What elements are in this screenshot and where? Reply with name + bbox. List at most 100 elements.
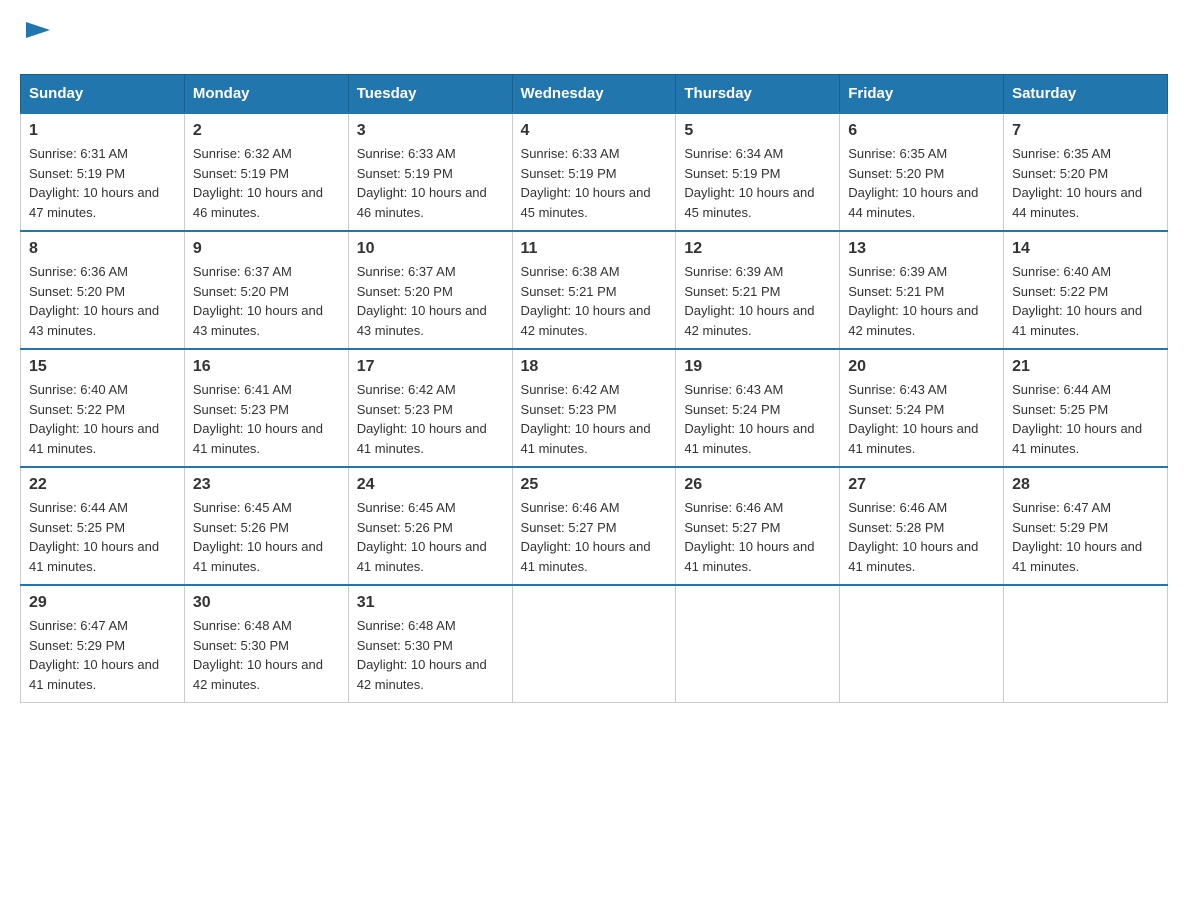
day-number: 26 (684, 476, 831, 494)
calendar-cell: 7 Sunrise: 6:35 AM Sunset: 5:20 PM Dayli… (1004, 113, 1168, 231)
day-info: Sunrise: 6:44 AM Sunset: 5:25 PM Dayligh… (29, 498, 176, 576)
day-number: 11 (521, 240, 668, 258)
calendar-cell: 14 Sunrise: 6:40 AM Sunset: 5:22 PM Dayl… (1004, 231, 1168, 349)
calendar-cell: 17 Sunrise: 6:42 AM Sunset: 5:23 PM Dayl… (348, 349, 512, 467)
day-number: 30 (193, 594, 340, 612)
day-info: Sunrise: 6:47 AM Sunset: 5:29 PM Dayligh… (1012, 498, 1159, 576)
day-number: 22 (29, 476, 176, 494)
calendar-cell (512, 585, 676, 703)
logo-text (20, 20, 54, 58)
header-thursday: Thursday (676, 75, 840, 114)
day-info: Sunrise: 6:46 AM Sunset: 5:28 PM Dayligh… (848, 498, 995, 576)
day-info: Sunrise: 6:45 AM Sunset: 5:26 PM Dayligh… (193, 498, 340, 576)
calendar-cell: 18 Sunrise: 6:42 AM Sunset: 5:23 PM Dayl… (512, 349, 676, 467)
calendar-cell: 12 Sunrise: 6:39 AM Sunset: 5:21 PM Dayl… (676, 231, 840, 349)
day-number: 31 (357, 594, 504, 612)
calendar-cell: 6 Sunrise: 6:35 AM Sunset: 5:20 PM Dayli… (840, 113, 1004, 231)
day-number: 15 (29, 358, 176, 376)
day-number: 12 (684, 240, 831, 258)
calendar-week-row: 15 Sunrise: 6:40 AM Sunset: 5:22 PM Dayl… (21, 349, 1168, 467)
calendar-table: SundayMondayTuesdayWednesdayThursdayFrid… (20, 74, 1168, 703)
logo-flag-icon (22, 20, 54, 52)
day-number: 14 (1012, 240, 1159, 258)
calendar-cell (840, 585, 1004, 703)
calendar-cell: 25 Sunrise: 6:46 AM Sunset: 5:27 PM Dayl… (512, 467, 676, 585)
header-sunday: Sunday (21, 75, 185, 114)
day-number: 4 (521, 122, 668, 140)
day-number: 21 (1012, 358, 1159, 376)
calendar-cell: 9 Sunrise: 6:37 AM Sunset: 5:20 PM Dayli… (184, 231, 348, 349)
calendar-cell: 24 Sunrise: 6:45 AM Sunset: 5:26 PM Dayl… (348, 467, 512, 585)
calendar-cell: 21 Sunrise: 6:44 AM Sunset: 5:25 PM Dayl… (1004, 349, 1168, 467)
day-number: 17 (357, 358, 504, 376)
day-info: Sunrise: 6:32 AM Sunset: 5:19 PM Dayligh… (193, 144, 340, 222)
day-info: Sunrise: 6:33 AM Sunset: 5:19 PM Dayligh… (521, 144, 668, 222)
calendar-cell: 10 Sunrise: 6:37 AM Sunset: 5:20 PM Dayl… (348, 231, 512, 349)
calendar-cell: 30 Sunrise: 6:48 AM Sunset: 5:30 PM Dayl… (184, 585, 348, 703)
calendar-cell: 23 Sunrise: 6:45 AM Sunset: 5:26 PM Dayl… (184, 467, 348, 585)
day-info: Sunrise: 6:45 AM Sunset: 5:26 PM Dayligh… (357, 498, 504, 576)
day-number: 2 (193, 122, 340, 140)
day-info: Sunrise: 6:36 AM Sunset: 5:20 PM Dayligh… (29, 262, 176, 340)
day-info: Sunrise: 6:48 AM Sunset: 5:30 PM Dayligh… (357, 616, 504, 694)
calendar-cell: 29 Sunrise: 6:47 AM Sunset: 5:29 PM Dayl… (21, 585, 185, 703)
day-info: Sunrise: 6:34 AM Sunset: 5:19 PM Dayligh… (684, 144, 831, 222)
day-info: Sunrise: 6:39 AM Sunset: 5:21 PM Dayligh… (848, 262, 995, 340)
day-number: 19 (684, 358, 831, 376)
calendar-week-row: 29 Sunrise: 6:47 AM Sunset: 5:29 PM Dayl… (21, 585, 1168, 703)
day-number: 3 (357, 122, 504, 140)
calendar-cell: 22 Sunrise: 6:44 AM Sunset: 5:25 PM Dayl… (21, 467, 185, 585)
day-number: 25 (521, 476, 668, 494)
calendar-week-row: 8 Sunrise: 6:36 AM Sunset: 5:20 PM Dayli… (21, 231, 1168, 349)
calendar-week-row: 1 Sunrise: 6:31 AM Sunset: 5:19 PM Dayli… (21, 113, 1168, 231)
calendar-cell: 3 Sunrise: 6:33 AM Sunset: 5:19 PM Dayli… (348, 113, 512, 231)
calendar-cell: 1 Sunrise: 6:31 AM Sunset: 5:19 PM Dayli… (21, 113, 185, 231)
calendar-cell (1004, 585, 1168, 703)
calendar-cell: 4 Sunrise: 6:33 AM Sunset: 5:19 PM Dayli… (512, 113, 676, 231)
day-info: Sunrise: 6:48 AM Sunset: 5:30 PM Dayligh… (193, 616, 340, 694)
day-number: 23 (193, 476, 340, 494)
calendar-cell: 20 Sunrise: 6:43 AM Sunset: 5:24 PM Dayl… (840, 349, 1004, 467)
day-info: Sunrise: 6:37 AM Sunset: 5:20 PM Dayligh… (357, 262, 504, 340)
day-number: 8 (29, 240, 176, 258)
day-info: Sunrise: 6:40 AM Sunset: 5:22 PM Dayligh… (29, 380, 176, 458)
calendar-cell (676, 585, 840, 703)
day-info: Sunrise: 6:35 AM Sunset: 5:20 PM Dayligh… (848, 144, 995, 222)
day-number: 27 (848, 476, 995, 494)
calendar-cell: 16 Sunrise: 6:41 AM Sunset: 5:23 PM Dayl… (184, 349, 348, 467)
day-info: Sunrise: 6:47 AM Sunset: 5:29 PM Dayligh… (29, 616, 176, 694)
calendar-week-row: 22 Sunrise: 6:44 AM Sunset: 5:25 PM Dayl… (21, 467, 1168, 585)
logo (20, 20, 54, 58)
calendar-cell: 13 Sunrise: 6:39 AM Sunset: 5:21 PM Dayl… (840, 231, 1004, 349)
calendar-header-row: SundayMondayTuesdayWednesdayThursdayFrid… (21, 75, 1168, 114)
day-info: Sunrise: 6:40 AM Sunset: 5:22 PM Dayligh… (1012, 262, 1159, 340)
header-friday: Friday (840, 75, 1004, 114)
calendar-cell: 15 Sunrise: 6:40 AM Sunset: 5:22 PM Dayl… (21, 349, 185, 467)
day-info: Sunrise: 6:43 AM Sunset: 5:24 PM Dayligh… (848, 380, 995, 458)
day-number: 7 (1012, 122, 1159, 140)
day-number: 18 (521, 358, 668, 376)
day-number: 5 (684, 122, 831, 140)
calendar-cell: 28 Sunrise: 6:47 AM Sunset: 5:29 PM Dayl… (1004, 467, 1168, 585)
calendar-cell: 5 Sunrise: 6:34 AM Sunset: 5:19 PM Dayli… (676, 113, 840, 231)
day-info: Sunrise: 6:33 AM Sunset: 5:19 PM Dayligh… (357, 144, 504, 222)
day-info: Sunrise: 6:41 AM Sunset: 5:23 PM Dayligh… (193, 380, 340, 458)
day-number: 6 (848, 122, 995, 140)
day-number: 24 (357, 476, 504, 494)
header-wednesday: Wednesday (512, 75, 676, 114)
day-number: 16 (193, 358, 340, 376)
day-info: Sunrise: 6:42 AM Sunset: 5:23 PM Dayligh… (357, 380, 504, 458)
day-info: Sunrise: 6:37 AM Sunset: 5:20 PM Dayligh… (193, 262, 340, 340)
day-info: Sunrise: 6:46 AM Sunset: 5:27 PM Dayligh… (684, 498, 831, 576)
day-info: Sunrise: 6:38 AM Sunset: 5:21 PM Dayligh… (521, 262, 668, 340)
calendar-cell: 8 Sunrise: 6:36 AM Sunset: 5:20 PM Dayli… (21, 231, 185, 349)
calendar-cell: 19 Sunrise: 6:43 AM Sunset: 5:24 PM Dayl… (676, 349, 840, 467)
header-tuesday: Tuesday (348, 75, 512, 114)
calendar-cell: 27 Sunrise: 6:46 AM Sunset: 5:28 PM Dayl… (840, 467, 1004, 585)
calendar-cell: 11 Sunrise: 6:38 AM Sunset: 5:21 PM Dayl… (512, 231, 676, 349)
day-info: Sunrise: 6:31 AM Sunset: 5:19 PM Dayligh… (29, 144, 176, 222)
day-number: 13 (848, 240, 995, 258)
calendar-cell: 31 Sunrise: 6:48 AM Sunset: 5:30 PM Dayl… (348, 585, 512, 703)
calendar-cell: 26 Sunrise: 6:46 AM Sunset: 5:27 PM Dayl… (676, 467, 840, 585)
calendar-cell: 2 Sunrise: 6:32 AM Sunset: 5:19 PM Dayli… (184, 113, 348, 231)
